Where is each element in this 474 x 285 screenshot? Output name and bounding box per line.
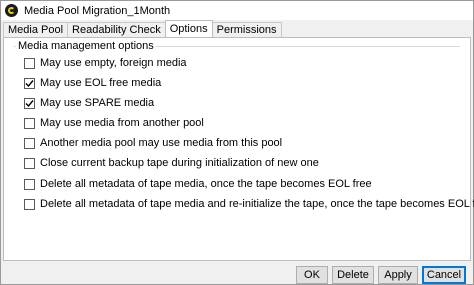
option-empty-foreign-media[interactable]: May use empty, foreign media [24,57,187,69]
option-label: Close current backup tape during initial… [40,157,319,169]
tab-readability-check[interactable]: Readability Check [67,22,166,37]
options-panel: Media management options May use empty, … [3,37,474,261]
option-label: May use media from another pool [40,117,204,129]
option-delete-metadata-reinitialize[interactable]: Delete all metadata of tape media and re… [24,198,474,210]
checkbox[interactable] [24,157,35,169]
delete-button[interactable]: Delete [332,266,374,284]
app-logo-icon [5,4,18,17]
checkbox[interactable] [24,117,35,129]
option-media-from-another-pool[interactable]: May use media from another pool [24,117,204,129]
option-label: May use SPARE media [40,97,155,109]
checkbox[interactable] [24,97,35,109]
option-label: Another media pool may use media from th… [40,137,283,149]
option-label: Delete all metadata of tape media, once … [40,178,372,190]
option-label: May use EOL free media [40,77,162,89]
checkbox[interactable] [24,57,35,69]
dialog-window: Media Pool Migration_1Month Media Pool R… [0,0,474,285]
tab-strip: Media Pool Readability Check Options Per… [3,20,282,37]
checkbox[interactable] [24,198,35,210]
checkbox[interactable] [24,137,35,149]
option-label: May use empty, foreign media [40,57,187,69]
option-another-pool-may-use[interactable]: Another media pool may use media from th… [24,137,282,149]
option-spare-media[interactable]: May use SPARE media [24,97,154,109]
checkbox[interactable] [24,178,35,190]
cancel-button[interactable]: Cancel [422,266,466,284]
apply-button[interactable]: Apply [378,266,418,284]
tab-media-pool[interactable]: Media Pool [3,22,69,37]
ok-button[interactable]: OK [296,266,328,284]
title-bar: Media Pool Migration_1Month [1,1,473,20]
option-close-current-backup-tape[interactable]: Close current backup tape during initial… [24,157,319,169]
option-label: Delete all metadata of tape media and re… [40,198,474,210]
media-management-group: Media management options May use empty, … [14,40,474,222]
tab-options[interactable]: Options [164,20,213,37]
group-title: Media management options [16,40,156,52]
option-delete-metadata-eol[interactable]: Delete all metadata of tape media, once … [24,178,372,190]
tab-permissions[interactable]: Permissions [211,22,282,37]
checkbox[interactable] [24,77,35,89]
window-title: Media Pool Migration_1Month [24,4,171,17]
option-eol-free-media[interactable]: May use EOL free media [24,77,161,89]
